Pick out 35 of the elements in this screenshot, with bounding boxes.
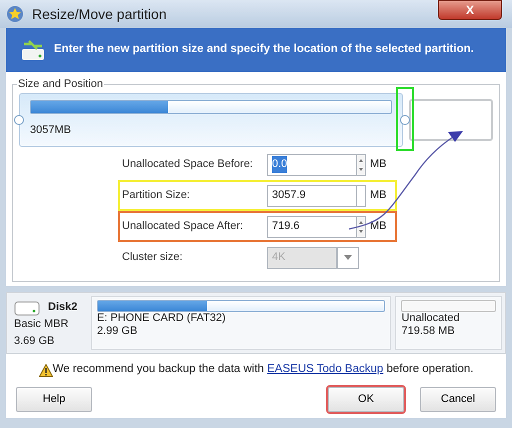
dialog-button[interactable]: OK bbox=[328, 386, 404, 412]
disk-type: Basic MBR bbox=[14, 317, 70, 332]
input-field[interactable]: 0.0 bbox=[267, 154, 357, 176]
disk-name: Disk2 bbox=[48, 300, 78, 315]
dialog-button[interactable]: Help bbox=[16, 386, 92, 412]
unit-label: MB bbox=[370, 219, 386, 234]
window-title: Resize/Move partition bbox=[32, 4, 168, 24]
dialog-button[interactable]: Cancel bbox=[420, 386, 496, 412]
input-field[interactable]: 3057.9 bbox=[267, 184, 357, 206]
spinner-icon[interactable] bbox=[357, 216, 366, 238]
disk-size: 3.69 GB bbox=[14, 334, 56, 348]
partition-name: E: PHONE CARD (FAT32) bbox=[96, 312, 227, 326]
field-label: Unallocated Space Before: bbox=[122, 157, 254, 172]
partition-card[interactable]: E: PHONE CARD (FAT32) 2.99 GB bbox=[90, 296, 392, 350]
close-button[interactable]: X bbox=[438, 0, 502, 20]
partition-size: 2.99 GB bbox=[96, 325, 138, 338]
partition-name: Unallocated bbox=[401, 312, 461, 326]
slider-handle[interactable] bbox=[14, 115, 24, 125]
input-field[interactable]: 719.6 bbox=[267, 216, 357, 238]
partition-card[interactable]: Unallocated 719.58 MB bbox=[395, 296, 502, 350]
warning-text: We recommend you backup the data with EASEUS Todo Backup before operation. bbox=[52, 362, 474, 378]
unit-label: MB bbox=[370, 157, 386, 172]
partition-size: 719.58 MB bbox=[401, 325, 456, 338]
field-label: Cluster size: bbox=[122, 250, 184, 266]
field-label: Unallocated Space After: bbox=[122, 219, 244, 234]
field-label: Partition Size: bbox=[122, 188, 191, 204]
unit-label: MB bbox=[370, 188, 386, 204]
warning-icon bbox=[38, 364, 53, 376]
drive-icon bbox=[20, 38, 46, 62]
app-icon bbox=[6, 5, 24, 23]
size-label: 3057MB bbox=[30, 123, 72, 138]
backup-link[interactable]: EASEUS Todo Backup bbox=[267, 363, 384, 376]
caret-icon[interactable] bbox=[337, 246, 359, 268]
banner-text: Enter the new partition size and specify the location of the selected partition. bbox=[54, 42, 474, 58]
spinner-icon[interactable] bbox=[357, 154, 366, 176]
